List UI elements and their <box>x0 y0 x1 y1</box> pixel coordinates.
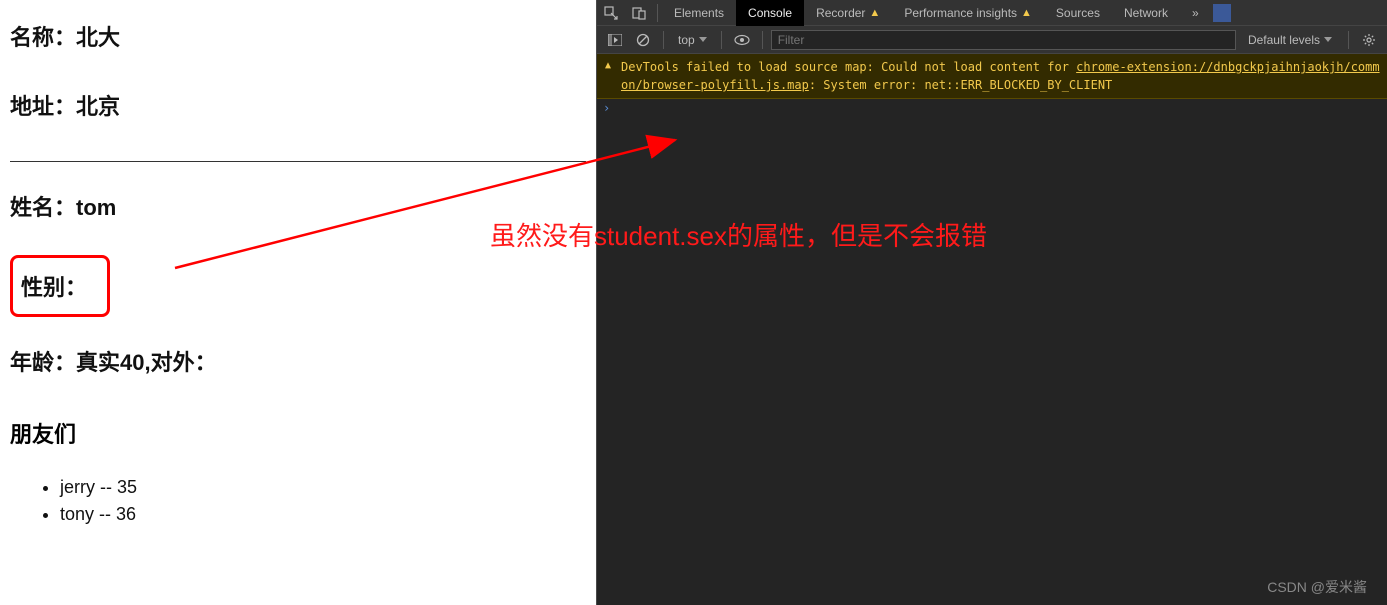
console-prompt[interactable]: › <box>597 99 1387 117</box>
toggle-sidebar-icon[interactable] <box>603 28 627 52</box>
annotation-text: 虽然没有student.sex的属性，但是不会报错 <box>490 216 987 253</box>
list-item: tony -- 36 <box>60 504 586 525</box>
context-selector[interactable]: top <box>672 33 713 47</box>
separator <box>721 31 722 49</box>
separator <box>1348 31 1349 49</box>
divider <box>10 161 586 162</box>
value-person-name: tom <box>76 195 116 220</box>
log-levels-selector[interactable]: Default levels <box>1240 33 1340 47</box>
warning-text-prefix: DevTools failed to load source map: Coul… <box>621 60 1076 74</box>
inspect-icon[interactable] <box>597 0 625 26</box>
devtools-tab-bar: Elements Console Recorder▲ Performance i… <box>597 0 1387 26</box>
flask-icon: ▲ <box>869 7 880 19</box>
page-content: 名称：北大 地址：北京 姓名：tom 性别： 年龄：真实40,对外： 朋友们 j… <box>0 0 596 605</box>
label-person-name: 姓名： <box>10 195 76 220</box>
gender-row: 性别： <box>21 270 87 302</box>
friends-title: 朋友们 <box>10 417 586 449</box>
prompt-chevron-icon: › <box>603 101 610 115</box>
school-name-row: 名称：北大 <box>10 24 586 53</box>
tab-performance-insights[interactable]: Performance insights▲ <box>892 0 1044 26</box>
separator <box>657 4 658 22</box>
separator <box>663 31 664 49</box>
label-address: 地址： <box>10 94 76 119</box>
settings-icon[interactable] <box>1357 28 1381 52</box>
devtools-panel: Elements Console Recorder▲ Performance i… <box>596 0 1387 605</box>
tab-console[interactable]: Console <box>736 0 804 26</box>
value-name: 北大 <box>76 25 120 50</box>
clear-console-icon[interactable] <box>631 28 655 52</box>
extension-badge[interactable] <box>1213 4 1231 22</box>
tab-elements[interactable]: Elements <box>662 0 736 26</box>
highlight-box: 性别： <box>10 255 110 317</box>
label-gender: 性别： <box>21 275 87 300</box>
friends-list: jerry -- 35 tony -- 36 <box>10 477 586 525</box>
device-toggle-icon[interactable] <box>625 0 653 26</box>
watermark: CSDN @爱米酱 <box>1267 577 1367 597</box>
tab-recorder[interactable]: Recorder▲ <box>804 0 892 26</box>
chevron-down-icon <box>699 37 707 42</box>
label-age: 年龄： <box>10 350 76 375</box>
console-output: DevTools failed to load source map: Coul… <box>597 54 1387 605</box>
chevron-down-icon <box>1324 37 1332 42</box>
tab-network[interactable]: Network <box>1112 0 1180 26</box>
age-row: 年龄：真实40,对外： <box>10 349 586 378</box>
value-address: 北京 <box>76 94 120 119</box>
console-warning-row[interactable]: DevTools failed to load source map: Coul… <box>597 54 1387 99</box>
tab-sources[interactable]: Sources <box>1044 0 1112 26</box>
live-expression-icon[interactable] <box>730 28 754 52</box>
separator <box>762 31 763 49</box>
filter-input[interactable] <box>771 30 1236 50</box>
console-toolbar: top Default levels <box>597 26 1387 54</box>
list-item: jerry -- 35 <box>60 477 586 498</box>
label-name: 名称： <box>10 25 76 50</box>
tab-more[interactable]: » <box>1180 0 1211 26</box>
warning-text-suffix: : System error: net::ERR_BLOCKED_BY_CLIE… <box>809 78 1112 92</box>
value-age: 真实40,对外： <box>76 350 217 375</box>
address-row: 地址：北京 <box>10 93 586 122</box>
flask-icon: ▲ <box>1021 7 1032 19</box>
